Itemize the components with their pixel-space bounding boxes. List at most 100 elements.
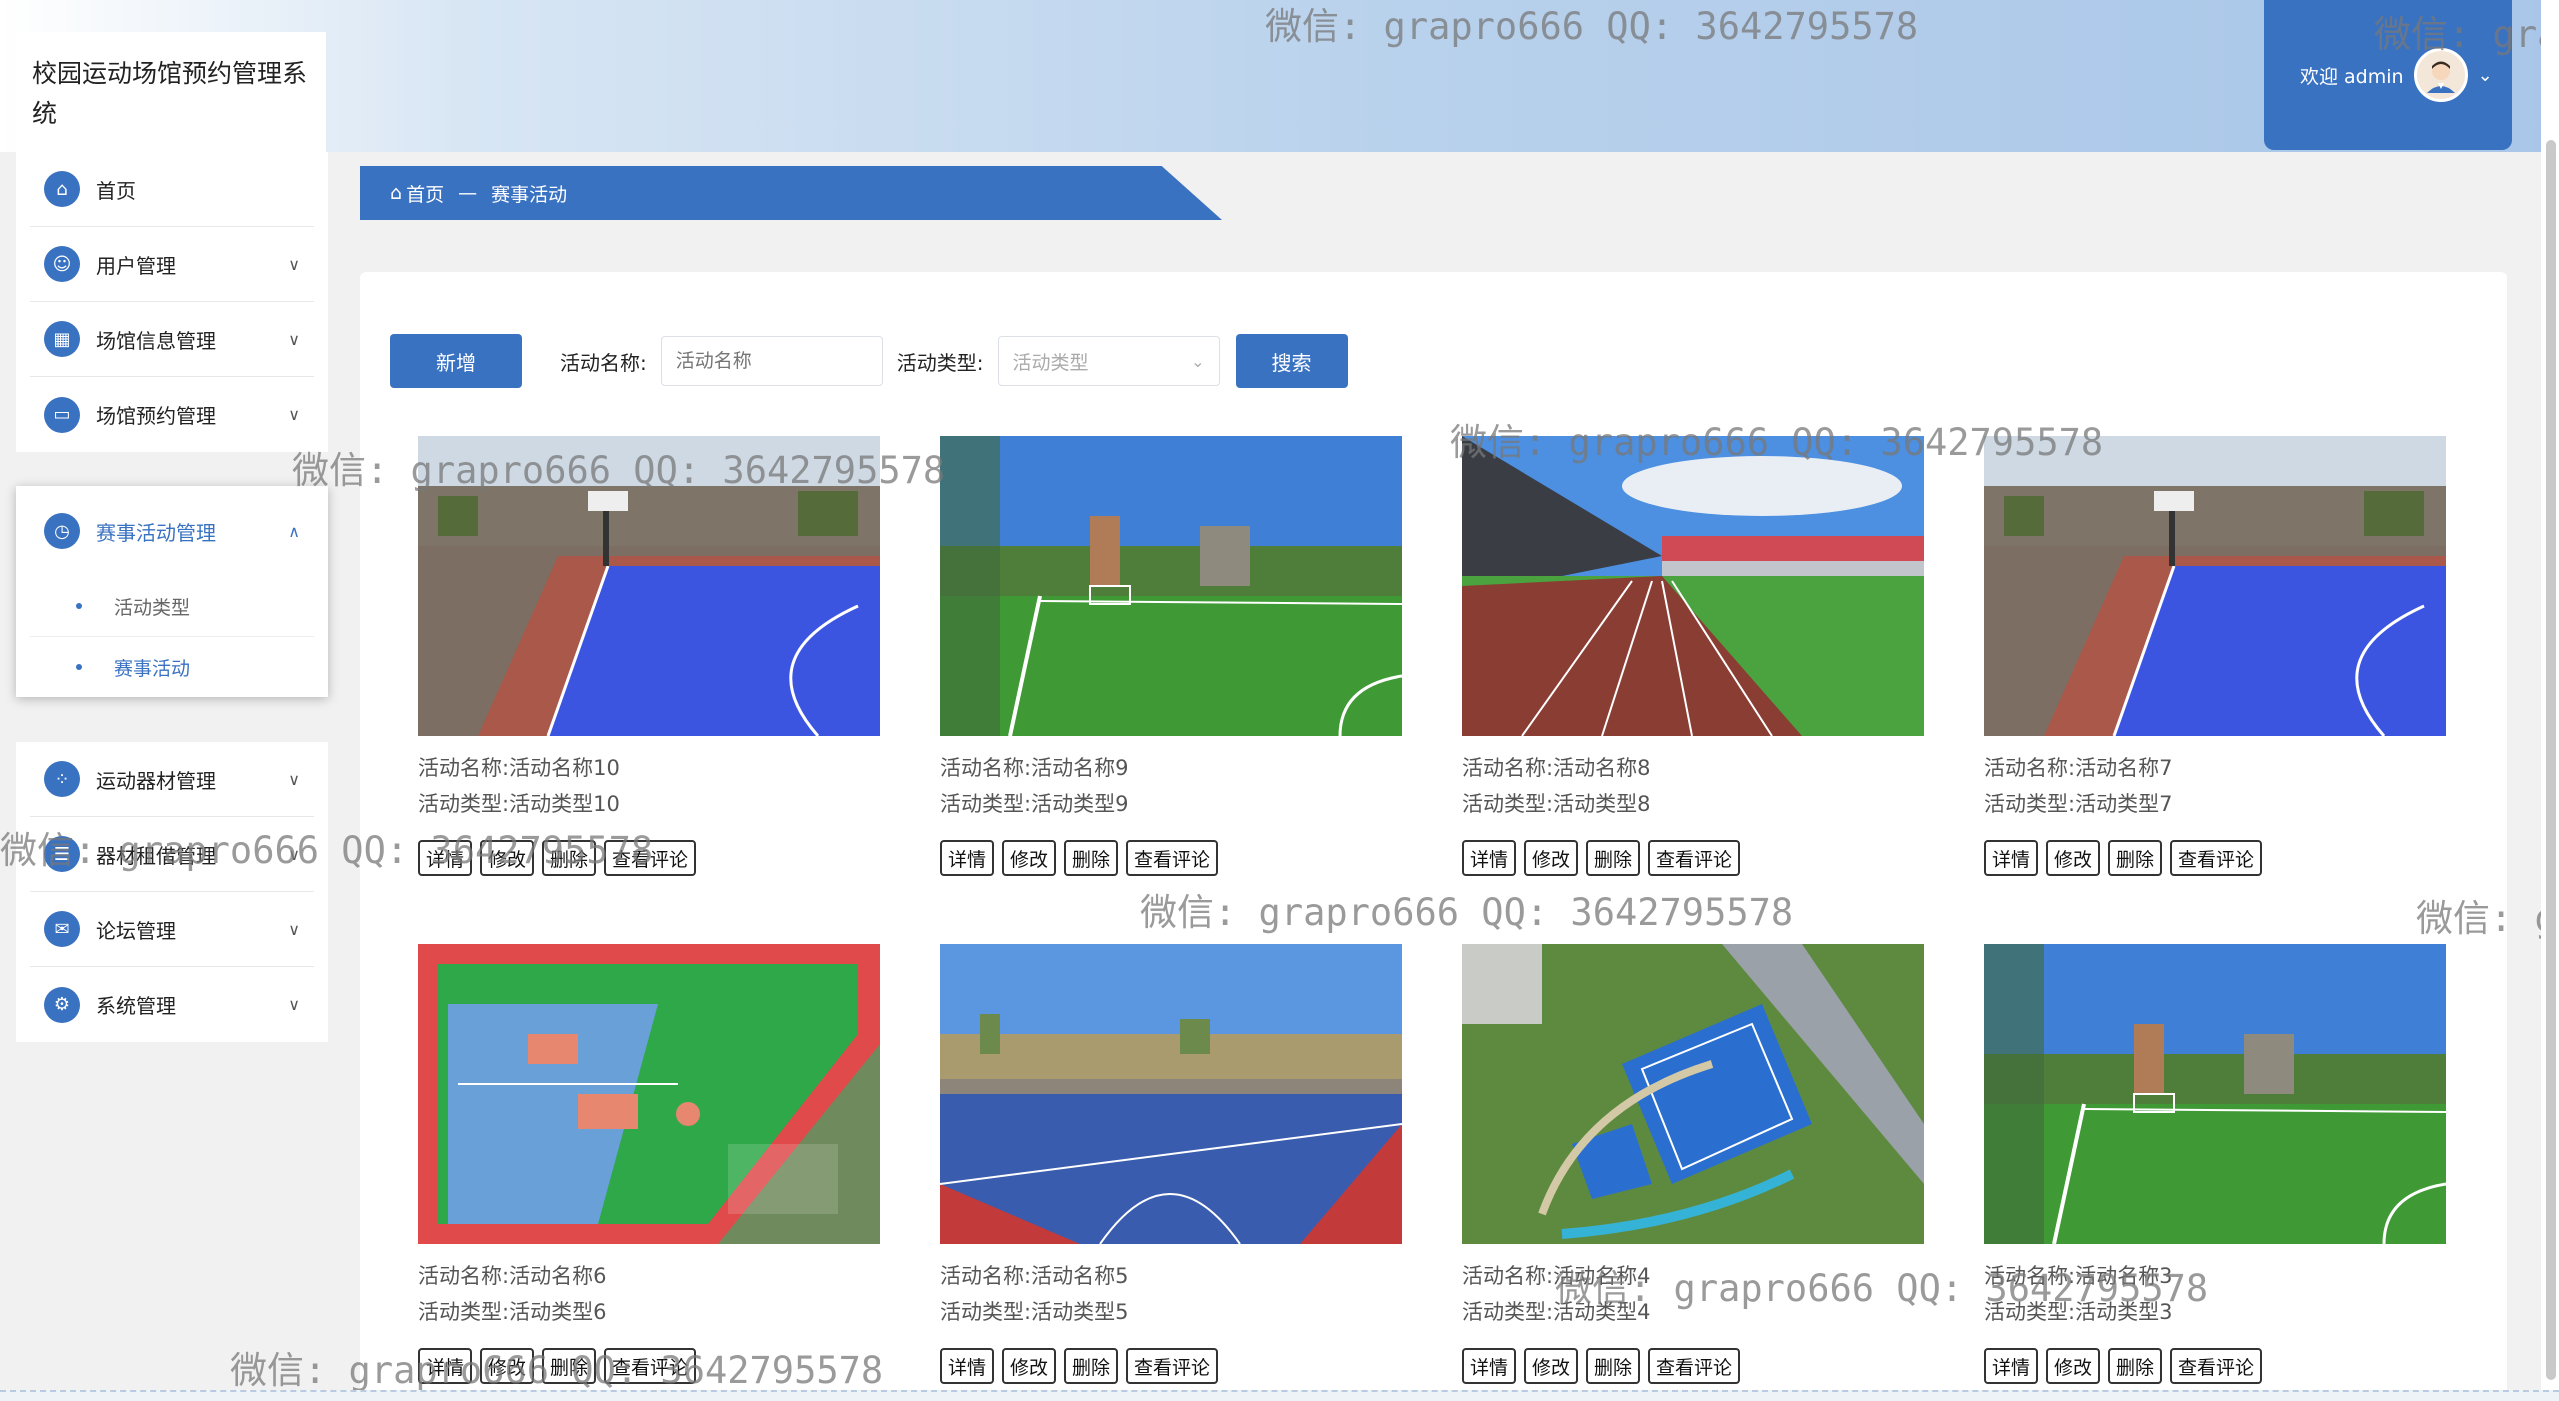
detail-button[interactable]: 详情: [418, 840, 473, 876]
event-photo-soccer-field[interactable]: [940, 436, 1402, 736]
sidebar-item-events[interactable]: ◷ 赛事活动管理 ∧: [30, 486, 314, 576]
event-type: 活动类型7: [2075, 792, 2173, 816]
name-prefix: 活动名称:: [1984, 756, 2076, 780]
edit-button[interactable]: 修改: [480, 840, 535, 876]
name-prefix: 活动名称:: [418, 756, 510, 780]
delete-button[interactable]: 删除: [542, 840, 597, 876]
event-name: 活动名称7: [2075, 756, 2173, 780]
search-button[interactable]: 搜索: [1235, 334, 1348, 388]
edit-button[interactable]: 修改: [1524, 1348, 1579, 1384]
sidebar-item-venue-booking[interactable]: ▭ 场馆预约管理 ∨: [30, 377, 314, 452]
type-prefix: 活动类型:: [1462, 792, 1554, 816]
settings-icon: ⚙: [44, 986, 80, 1023]
delete-button[interactable]: 删除: [1586, 840, 1641, 876]
sidebar-item-forum[interactable]: ✉ 论坛管理 ∨: [30, 892, 314, 967]
edit-button[interactable]: 修改: [2046, 1348, 2101, 1384]
chevron-down-icon: ∨: [288, 995, 300, 1014]
detail-button[interactable]: 详情: [418, 1348, 473, 1384]
delete-button[interactable]: 删除: [2108, 840, 2163, 876]
edit-button[interactable]: 修改: [1524, 840, 1579, 876]
event-card: 活动名称:活动名称3 活动类型:活动类型3 详情 修改 删除 查看评论: [1984, 944, 2446, 1384]
sidebar-item-equipment[interactable]: ⁘ 运动器材管理 ∨: [30, 742, 314, 817]
delete-button[interactable]: 删除: [542, 1348, 597, 1384]
card-actions: 详情 修改 删除 查看评论: [940, 840, 1402, 876]
event-info: 活动名称:活动名称10 活动类型:活动类型10: [418, 750, 880, 822]
breadcrumb-current: 赛事活动: [491, 183, 568, 206]
card-actions: 详情 修改 删除 查看评论: [418, 840, 880, 876]
name-filter-input[interactable]: [660, 336, 883, 386]
view-comments-button[interactable]: 查看评论: [1648, 1348, 1741, 1384]
view-comments-button[interactable]: 查看评论: [2170, 840, 2263, 876]
view-comments-button[interactable]: 查看评论: [1648, 840, 1741, 876]
delete-button[interactable]: 删除: [1064, 1348, 1119, 1384]
delete-button[interactable]: 删除: [1586, 1348, 1641, 1384]
event-photo-basketball-court[interactable]: [1984, 436, 2446, 736]
edit-button[interactable]: 修改: [1002, 1348, 1057, 1384]
home-icon: ⌂: [44, 171, 80, 207]
event-name: 活动名称5: [1031, 1264, 1129, 1288]
event-name: 活动名称9: [1031, 756, 1129, 780]
main-panel: 新增 活动名称: 活动类型: 活动类型 ⌄ 搜索: [360, 272, 2507, 1399]
delete-button[interactable]: 删除: [1064, 840, 1119, 876]
sidebar-item-users[interactable]: ☺ 用户管理 ∨: [30, 227, 314, 302]
sidebar-item-venue-info[interactable]: ▦ 场馆信息管理 ∨: [30, 302, 314, 377]
detail-button[interactable]: 详情: [1984, 1348, 2039, 1384]
name-prefix: 活动名称:: [1462, 1264, 1554, 1288]
event-info: 活动名称:活动名称8 活动类型:活动类型8: [1462, 750, 1924, 822]
sidebar-item-label: 赛事活动管理: [96, 520, 216, 545]
type-prefix: 活动类型:: [1984, 1300, 2076, 1324]
view-comments-button[interactable]: 查看评论: [604, 840, 697, 876]
chevron-up-icon: ∧: [288, 521, 300, 541]
sidebar-subitem-activity-type[interactable]: 活动类型: [30, 576, 314, 637]
sidebar-item-label: 运动器材管理: [96, 768, 216, 793]
edit-button[interactable]: 修改: [2046, 840, 2101, 876]
chevron-down-icon[interactable]: ⌄: [2478, 65, 2493, 86]
name-prefix: 活动名称:: [940, 1264, 1032, 1288]
type-filter-select[interactable]: 活动类型 ⌄: [997, 336, 1220, 386]
event-photo-soccer-field[interactable]: [1984, 944, 2446, 1244]
scrollbar[interactable]: [2541, 0, 2559, 1399]
user-avatar-icon[interactable]: [2413, 48, 2468, 102]
breadcrumb: ⌂ 首页 — 赛事活动: [360, 166, 1222, 220]
scrollbar-thumb[interactable]: [2546, 140, 2556, 1380]
event-card: 活动名称:活动名称9 活动类型:活动类型9 详情 修改 删除 查看评论: [940, 436, 1402, 876]
detail-button[interactable]: 详情: [1462, 1348, 1517, 1384]
event-photo-stadium-track[interactable]: [1462, 436, 1924, 736]
event-photo-sports-complex-aerial[interactable]: [418, 944, 880, 1244]
event-info: 活动名称:活动名称7 活动类型:活动类型7: [1984, 750, 2446, 822]
sidebar-subitem-events[interactable]: 赛事活动: [30, 637, 314, 697]
clock-icon: ◷: [44, 513, 80, 549]
detail-button[interactable]: 详情: [940, 840, 995, 876]
view-comments-button[interactable]: 查看评论: [1126, 840, 1219, 876]
breadcrumb-separator: —: [458, 182, 478, 204]
edit-button[interactable]: 修改: [480, 1348, 535, 1384]
view-comments-button[interactable]: 查看评论: [2170, 1348, 2263, 1384]
detail-button[interactable]: 详情: [940, 1348, 995, 1384]
event-name: 活动名称10: [509, 756, 620, 780]
detail-button[interactable]: 详情: [1984, 840, 2039, 876]
sidebar-group-events: ◷ 赛事活动管理 ∧ 活动类型 赛事活动: [16, 486, 328, 697]
sidebar-item-home[interactable]: ⌂ 首页: [30, 152, 314, 227]
event-photo-blue-court[interactable]: [940, 944, 1402, 1244]
type-prefix: 活动类型:: [940, 792, 1032, 816]
view-comments-button[interactable]: 查看评论: [604, 1348, 697, 1384]
event-name: 活动名称4: [1553, 1264, 1651, 1288]
view-comments-button[interactable]: 查看评论: [1126, 1348, 1219, 1384]
sidebar-item-rental[interactable]: ☰ 器材租借管理 ∨: [30, 817, 314, 892]
card-actions: 详情 修改 删除 查看评论: [418, 1348, 880, 1384]
event-photo-basketball-court[interactable]: [418, 436, 880, 736]
breadcrumb-home[interactable]: 首页: [406, 180, 444, 207]
add-button[interactable]: 新增: [390, 334, 522, 388]
event-card: 活动名称:活动名称6 活动类型:活动类型6 详情 修改 删除 查看评论: [418, 944, 880, 1384]
detail-button[interactable]: 详情: [1462, 840, 1517, 876]
edit-button[interactable]: 修改: [1002, 840, 1057, 876]
app-title: 校园运动场馆预约管理系统: [16, 32, 326, 152]
user-menu[interactable]: 欢迎 admin ⌄: [2264, 0, 2512, 150]
delete-button[interactable]: 删除: [2108, 1348, 2163, 1384]
sidebar-item-system[interactable]: ⚙ 系统管理 ∨: [30, 967, 314, 1042]
event-photo-park-aerial[interactable]: [1462, 944, 1924, 1244]
type-filter-label: 活动类型:: [896, 350, 984, 375]
event-type: 活动类型5: [1031, 1300, 1129, 1324]
type-prefix: 活动类型:: [1984, 792, 2076, 816]
grid-icon: ▦: [44, 321, 80, 357]
